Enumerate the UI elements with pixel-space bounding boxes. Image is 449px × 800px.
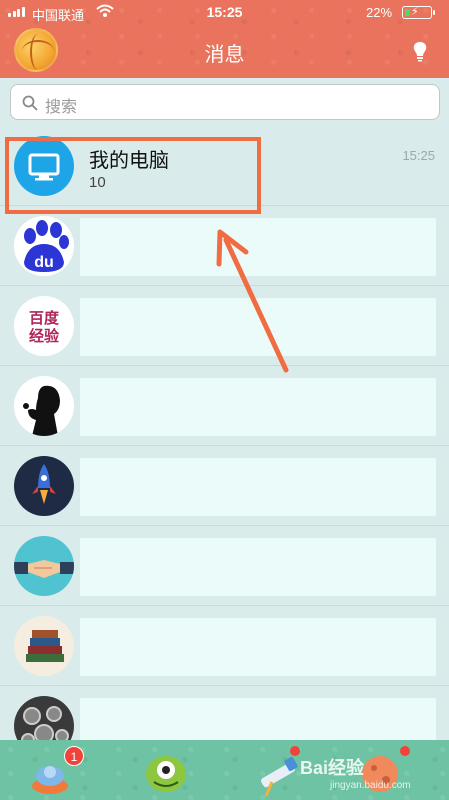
tab-contacts[interactable] bbox=[140, 746, 196, 800]
jingyan-text-line2: 经验 bbox=[29, 327, 60, 345]
baidu-icon: du bbox=[14, 216, 74, 276]
tab-profile[interactable] bbox=[356, 746, 412, 800]
gears-avatar bbox=[14, 696, 74, 740]
search-input[interactable]: 搜索 bbox=[10, 84, 440, 120]
blurred-preview bbox=[80, 618, 436, 676]
page-title: 消息 bbox=[204, 44, 245, 66]
lightbulb-icon[interactable] bbox=[410, 40, 430, 62]
notification-dot bbox=[400, 746, 410, 756]
notification-dot bbox=[290, 746, 300, 756]
jingyan-text-line1: 百度 bbox=[29, 309, 60, 327]
search-placeholder: 搜索 bbox=[45, 99, 78, 116]
conversation-row[interactable]: 百度 经验 bbox=[0, 286, 449, 366]
blurred-preview bbox=[80, 218, 436, 276]
status-bar: 中国联通 15:25 22% ⚡ bbox=[0, 0, 449, 24]
tab-messages[interactable]: 1 bbox=[28, 746, 84, 800]
search-icon bbox=[22, 95, 38, 111]
blurred-preview bbox=[80, 458, 436, 516]
rocket-avatar bbox=[14, 456, 74, 516]
baidu-du-text: du bbox=[34, 254, 54, 271]
conversation-row[interactable] bbox=[0, 686, 449, 740]
blurred-preview bbox=[80, 698, 436, 740]
highlight-box bbox=[5, 137, 261, 214]
blurred-preview bbox=[80, 538, 436, 596]
conversation-row[interactable]: du bbox=[0, 206, 449, 286]
conversation-row[interactable] bbox=[0, 366, 449, 446]
search-area: 搜索 bbox=[0, 78, 449, 126]
battery-icon: ⚡ bbox=[402, 6, 435, 19]
charging-bolt-icon: ⚡ bbox=[411, 6, 419, 18]
books-avatar bbox=[14, 616, 74, 676]
conversation-row[interactable] bbox=[0, 526, 449, 606]
silhouette-avatar bbox=[14, 376, 74, 436]
conversation-list: 我的电脑 10 15:25 du 百度 经验 bbox=[0, 126, 449, 740]
conversation-row[interactable] bbox=[0, 606, 449, 686]
watermark-url: jingyan.baidu.com bbox=[330, 780, 411, 791]
baidu-jingyan-icon: 百度 经验 bbox=[14, 296, 74, 356]
top-header: 中国联通 15:25 22% ⚡ 消息 bbox=[0, 0, 449, 78]
blurred-preview bbox=[80, 298, 436, 356]
monster-icon bbox=[146, 756, 186, 792]
battery-percent: 22% bbox=[366, 5, 393, 20]
watermark-brand: Bai经验 bbox=[300, 758, 365, 778]
conversation-time: 15:25 bbox=[402, 148, 435, 163]
handshake-avatar bbox=[14, 536, 74, 596]
unread-badge: 1 bbox=[64, 746, 84, 766]
conversation-row[interactable] bbox=[0, 446, 449, 526]
blurred-preview bbox=[80, 378, 436, 436]
bottom-tab-bar: 1 Bai经验 jingyan.baidu.com bbox=[0, 740, 449, 800]
